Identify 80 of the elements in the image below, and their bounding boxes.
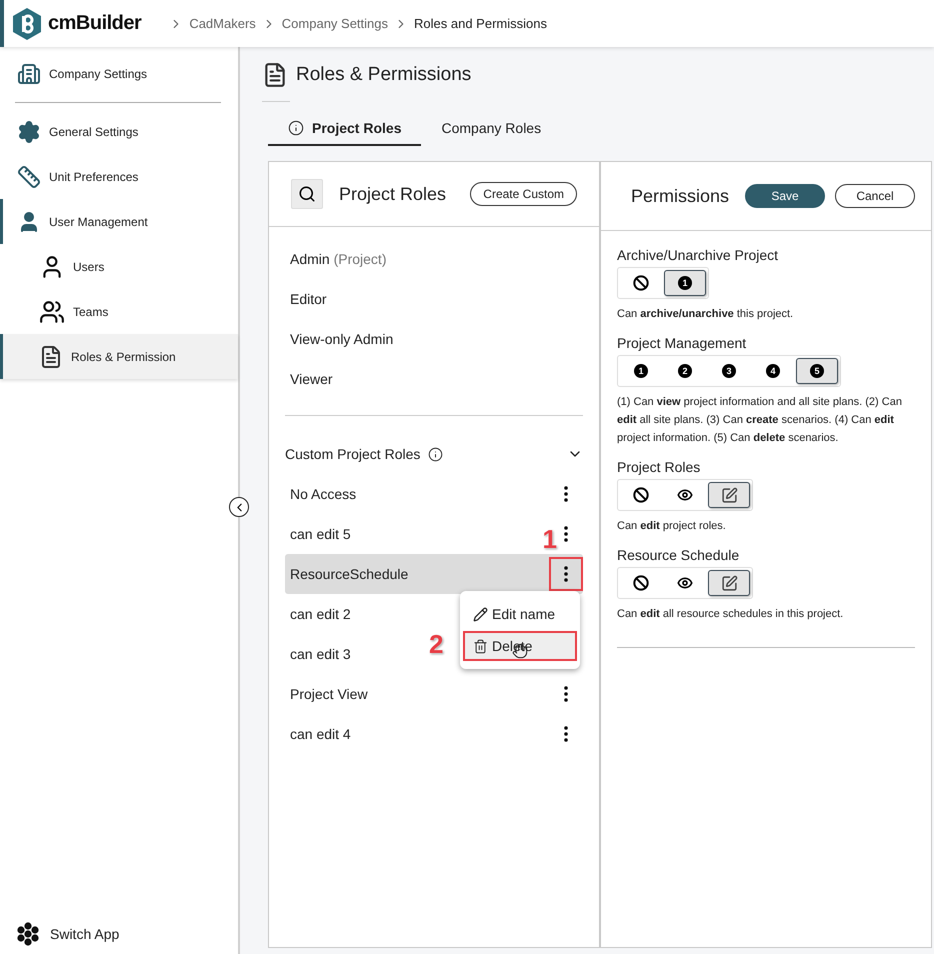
role-name[interactable]: can edit 5 [290,526,351,542]
permission-description: (1) Can view project information and all site plans. (2) Can edit all site plans. (3) Can create scenarios. (4) Can edit project information. (5) Can delete scenarios. [617,395,903,446]
permission-title: Project Roles [617,459,702,475]
edit-icon [720,574,738,592]
sidebar-item[interactable]: General Settings [0,109,238,154]
level-number: 2 [678,364,692,378]
logo-icon [12,6,42,40]
page-title: Roles & Permissions [296,64,472,86]
tab[interactable]: Project Roles [268,114,422,146]
step-number: 2 [429,629,444,660]
permission-option[interactable]: 1 [664,270,706,296]
level-number: 1 [634,364,648,378]
role-name[interactable]: ResourceSchedule [290,566,408,582]
kebab-icon [564,726,568,742]
permission-title: Archive/Unarchive Project [617,247,780,263]
permission-description: Can edit project roles. [617,519,727,534]
breadcrumb[interactable]: CadMakers [189,16,256,31]
level-number: 1 [678,276,692,290]
sidebar-item[interactable]: Teams [0,289,238,334]
kebab-icon [564,686,568,702]
permission-option[interactable]: 5 [796,358,838,384]
selected-row[interactable]: ResourceSchedule [285,554,583,594]
role-name[interactable]: View-only Admin [290,331,394,347]
panel-title: Project Roles [339,184,448,204]
role-name[interactable]: can edit 4 [290,726,351,742]
ruler-icon [17,164,41,188]
hexagon-cluster-icon [16,922,40,946]
step-number: 1 [542,524,557,555]
kebab-icon [564,566,568,582]
team-icon [39,298,65,324]
pencil-icon [473,606,488,622]
role-name[interactable]: can edit 3 [290,646,351,662]
cancel-button[interactable]: Cancel [835,184,916,208]
role-name[interactable]: Viewer [290,371,333,387]
sidebar-item[interactable]: User Management [0,199,238,244]
breadcrumb: Roles and Permissions [414,16,547,31]
sidebar-item[interactable]: Unit Preferences [0,154,238,199]
permission-description: Can edit all resource schedules in this project. [617,607,844,622]
level-number: 3 [722,364,736,378]
sidebar-item[interactable]: Users [0,244,238,289]
role-name[interactable]: No Access [290,486,356,502]
eye-icon [677,487,693,503]
info-icon [428,446,444,462]
building-icon [17,62,41,86]
permission-option[interactable] [708,482,750,508]
level-number: 4 [766,364,780,378]
panel-title: Permissions [631,186,730,206]
menu-item[interactable]: Delete [463,631,577,661]
search-button[interactable] [291,179,323,209]
tab[interactable]: Company Roles [421,114,562,146]
collapse-button[interactable] [229,497,249,517]
permission-description: Can archive/unarchive this project. [617,307,794,322]
trash-icon [473,638,488,654]
kebab-icon [564,526,568,542]
sidebar-item[interactable]: Company Settings [0,51,238,96]
ban-icon [633,275,649,291]
save-button[interactable]: Save [745,184,826,208]
permission-title: Project Management [617,335,748,351]
more-button[interactable] [549,557,583,591]
section-title: Custom Project Roles [285,446,420,462]
sidebar-item[interactable]: Roles & Permission [0,334,238,379]
kebab-icon [564,486,568,502]
ban-icon [633,575,649,591]
brand-name: cmBuilder [48,12,142,35]
search-icon [298,185,316,203]
document-icon [39,344,63,368]
permission-title: Resource Schedule [617,547,740,563]
info-icon [288,120,304,136]
role-name[interactable]: can edit 2 [290,606,351,622]
switch-app-button[interactable]: Switch App [0,918,238,954]
edit-icon [720,486,738,504]
breadcrumb[interactable]: Company Settings [282,16,388,31]
level-number: 5 [810,364,824,378]
role-name[interactable]: Project View [290,686,368,702]
role-name[interactable]: Admin (Project) [290,251,386,267]
role-name[interactable]: Editor [290,291,327,307]
create-custom-button[interactable]: Create Custom [470,182,577,206]
ban-icon [633,487,649,503]
eye-icon [677,575,693,591]
permission-option[interactable] [708,570,750,596]
